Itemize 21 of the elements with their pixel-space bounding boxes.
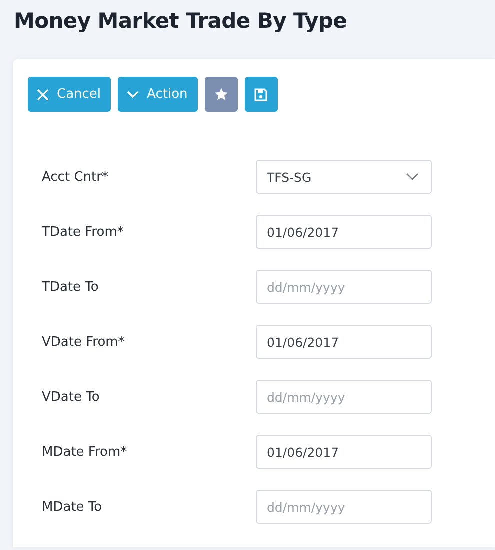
field-label: TDate To bbox=[41, 280, 100, 294]
field-label: MDate To bbox=[41, 500, 104, 514]
page-title: Money Market Trade By Type bbox=[13, 8, 348, 35]
field-label: Acct Cntr* bbox=[41, 170, 110, 184]
close-icon bbox=[37, 88, 49, 100]
star-icon bbox=[214, 87, 229, 102]
date-field[interactable]: dd/mm/yyyy bbox=[256, 270, 432, 304]
field-label: VDate To bbox=[41, 390, 101, 404]
save-button[interactable] bbox=[244, 77, 278, 112]
field-label: TDate From* bbox=[41, 224, 125, 240]
date-field[interactable]: 01/06/2017 bbox=[256, 325, 432, 359]
date-field[interactable]: dd/mm/yyyy bbox=[256, 490, 432, 524]
chevron-down-icon bbox=[406, 173, 419, 181]
date-field[interactable]: dd/mm/yyyy bbox=[256, 380, 432, 414]
chevron-down-icon bbox=[127, 90, 140, 98]
date-field[interactable]: 01/06/2017 bbox=[256, 215, 432, 249]
date-field[interactable]: 01/06/2017 bbox=[256, 435, 432, 469]
field-label: VDate From* bbox=[41, 334, 126, 350]
dropdown-field[interactable]: TFS-SG bbox=[256, 160, 432, 194]
favorite-button[interactable] bbox=[204, 77, 238, 112]
field-label: MDate From* bbox=[41, 444, 128, 460]
